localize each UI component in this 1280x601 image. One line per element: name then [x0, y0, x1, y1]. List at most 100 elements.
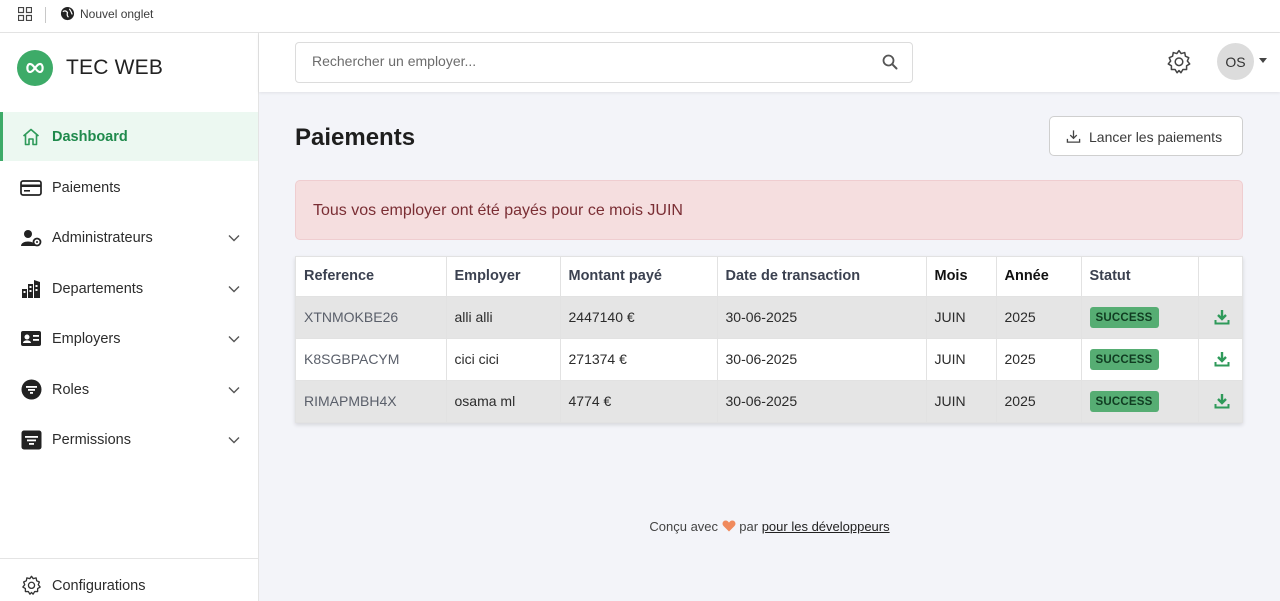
sidebar-item-permissions[interactable]: Permissions [0, 415, 258, 464]
payments-table: Reference Employer Montant payé Date de … [295, 256, 1243, 423]
action-cell [1198, 295, 1242, 338]
status-badge: SUCCESS [1089, 348, 1159, 370]
caret-down-icon[interactable] [1259, 58, 1267, 63]
launch-payments-label: Lancer les paiements [1089, 129, 1223, 145]
chevron-down-icon[interactable] [228, 285, 240, 293]
search-input[interactable] [312, 53, 852, 69]
year-cell: 2025 [996, 337, 1082, 380]
sidebar-item-departements[interactable]: Departements [0, 264, 258, 313]
action-cell [1198, 379, 1242, 422]
employer-cell: cici cici [446, 337, 561, 380]
date-cell: 30-06-2025 [717, 379, 927, 422]
alert-banner: Tous vos employer ont été payés pour ce … [295, 180, 1243, 240]
table-row: RIMAPMBH4X osama ml 4774 € 30-06-2025 JU… [296, 379, 1242, 422]
year-cell: 2025 [996, 295, 1082, 338]
sidebar-item-administrateurs[interactable]: Administrateurs [0, 213, 258, 262]
status-cell: SUCCESS [1081, 295, 1199, 338]
column-header[interactable]: Montant payé [560, 257, 718, 297]
search-box [295, 42, 913, 83]
globe-icon [60, 6, 75, 21]
month-cell: JUIN [926, 337, 997, 380]
credit-card-icon [20, 177, 42, 199]
topbar: OS [259, 33, 1280, 92]
amount-cell: 2447140 € [560, 295, 718, 338]
date-cell: 30-06-2025 [717, 337, 927, 380]
column-header[interactable]: Statut [1081, 257, 1199, 297]
download-icon[interactable] [1214, 309, 1230, 325]
sidebar-item-label: Administrateurs [52, 229, 153, 246]
avatar[interactable]: OS [1217, 43, 1254, 80]
column-header[interactable]: Mois [926, 257, 997, 297]
footer-middle: par [739, 519, 759, 534]
sidebar: TEC WEB Dashboard Paiements Administrate… [0, 33, 259, 601]
search-icon[interactable] [882, 54, 898, 70]
sidebar-item-label: Roles [52, 381, 90, 398]
chevron-down-icon[interactable] [228, 335, 240, 343]
status-badge: SUCCESS [1089, 390, 1159, 412]
chevron-down-icon[interactable] [228, 436, 240, 444]
sidebar-item-paiements[interactable]: Paiements [0, 163, 258, 212]
sidebar-item-label: Employers [52, 330, 121, 347]
developers-link[interactable]: pour les développeurs [762, 519, 890, 534]
sidebar-item-dashboard[interactable]: Dashboard [0, 112, 258, 161]
home-icon [20, 126, 42, 148]
launch-payments-button[interactable]: Lancer les paiements [1049, 116, 1243, 156]
sidebar-item-label: Configurations [52, 577, 146, 594]
table-row: K8SGBPACYM cici cici 271374 € 30-06-2025… [296, 337, 1242, 380]
column-header[interactable]: Année [996, 257, 1082, 297]
heart-icon [722, 520, 736, 532]
action-cell [1198, 337, 1242, 380]
sidebar-item-roles[interactable]: Roles [0, 365, 258, 414]
sidebar-item-label: Departements [52, 280, 144, 297]
amount-cell: 271374 € [560, 337, 718, 380]
id-card-icon [20, 328, 42, 350]
status-badge: SUCCESS [1089, 306, 1159, 328]
employer-cell: osama ml [446, 379, 561, 422]
chevron-down-icon[interactable] [228, 234, 240, 242]
divider [45, 7, 46, 23]
table-row: XTNMOKBE26 alli alli 2447140 € 30-06-202… [296, 295, 1242, 338]
chevron-down-icon[interactable] [228, 386, 240, 394]
filter-square-icon [20, 429, 42, 451]
column-header[interactable]: Employer [446, 257, 561, 297]
apps-grid-icon[interactable] [18, 7, 32, 21]
settings-gear-icon[interactable] [1166, 49, 1192, 75]
year-cell: 2025 [996, 379, 1082, 422]
table-header-row: Reference Employer Montant payé Date de … [296, 257, 1242, 297]
building-icon [20, 278, 42, 300]
main-content: Paiements Lancer les paiements Tous vos … [259, 92, 1280, 601]
amount-cell: 4774 € [560, 379, 718, 422]
user-gear-icon [20, 227, 42, 249]
status-cell: SUCCESS [1081, 337, 1199, 380]
reference-cell: K8SGBPACYM [296, 337, 447, 380]
sidebar-item-employers[interactable]: Employers [0, 314, 258, 363]
tab-title[interactable]: Nouvel onglet [80, 7, 153, 21]
sidebar-item-configurations[interactable]: Configurations [0, 561, 258, 601]
employer-cell: alli alli [446, 295, 561, 338]
sidebar-item-label: Paiements [52, 179, 121, 196]
month-cell: JUIN [926, 295, 997, 338]
column-header[interactable]: Reference [296, 257, 447, 297]
filter-circle-icon [20, 379, 42, 401]
alert-text: Tous vos employer ont été payés pour ce … [313, 202, 683, 219]
sidebar-item-label: Dashboard [52, 128, 128, 145]
infinity-icon [26, 62, 44, 74]
page-title: Paiements [295, 124, 416, 151]
status-cell: SUCCESS [1081, 379, 1199, 422]
sidebar-footer: Configurations [0, 558, 258, 601]
brand-name: TEC WEB [66, 56, 164, 79]
download-icon [1066, 130, 1081, 143]
footer-prefix: Conçu avec [649, 519, 719, 534]
month-cell: JUIN [926, 379, 997, 422]
download-icon[interactable] [1214, 351, 1230, 367]
column-header[interactable]: Date de transaction [717, 257, 927, 297]
reference-cell: RIMAPMBH4X [296, 379, 447, 422]
browser-tab-bar: Nouvel onglet [0, 0, 1280, 33]
brand[interactable]: TEC WEB [17, 50, 163, 86]
brand-logo [17, 50, 53, 86]
footer: Conçu avec par pour les développeurs [259, 519, 1280, 534]
download-icon[interactable] [1214, 393, 1230, 409]
gear-icon [20, 575, 42, 597]
date-cell: 30-06-2025 [717, 295, 927, 338]
sidebar-item-label: Permissions [52, 431, 131, 448]
